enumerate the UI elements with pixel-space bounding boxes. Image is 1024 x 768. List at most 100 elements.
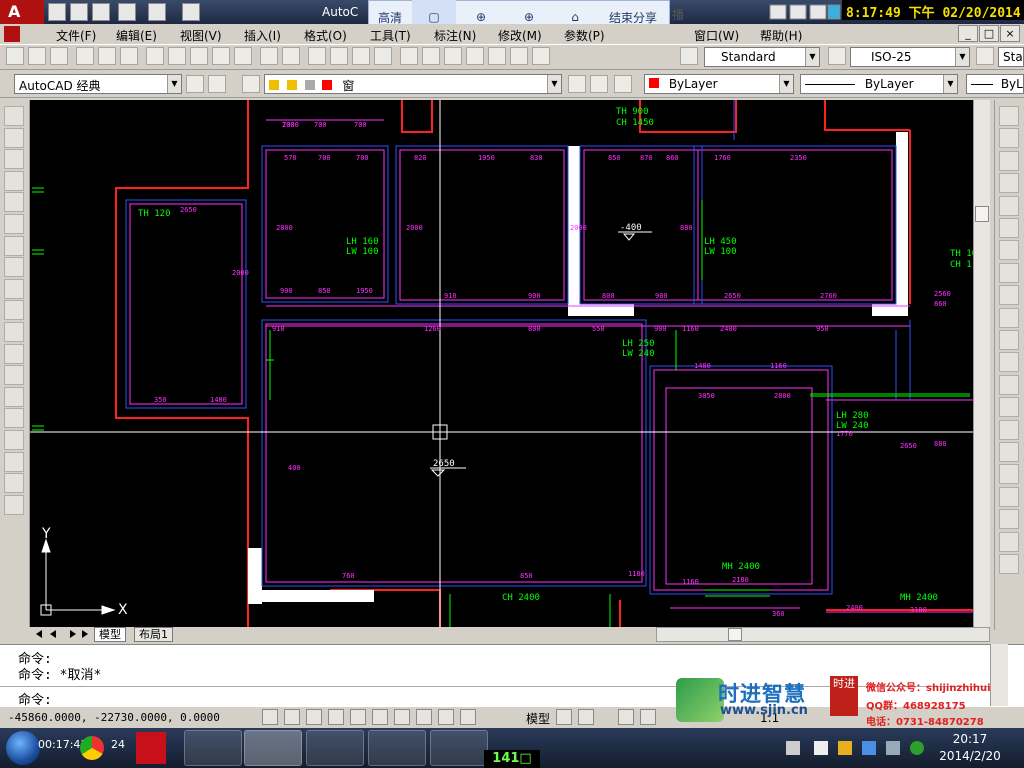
qnew-icon[interactable]: [6, 47, 24, 65]
menu-view[interactable]: 视图(V): [180, 27, 222, 44]
markup-icon[interactable]: [488, 47, 506, 65]
extend-icon[interactable]: [999, 330, 1019, 350]
text-front-icon[interactable]: [999, 554, 1019, 574]
pan-icon[interactable]: [618, 709, 634, 725]
vertical-scroll-thumb[interactable]: [975, 206, 989, 222]
open-icon[interactable]: [28, 47, 46, 65]
horizontal-scrollbar[interactable]: [656, 627, 990, 642]
table-style-combo[interactable]: Sta: [998, 47, 1024, 67]
dim-style-icon[interactable]: [828, 47, 846, 65]
taskbar-camera-app[interactable]: [368, 730, 426, 766]
hatch-icon[interactable]: [4, 408, 24, 429]
sheetset-icon[interactable]: [466, 47, 484, 65]
workspace-save-icon[interactable]: [208, 75, 226, 93]
linetype-combo[interactable]: ByLayer ▼: [800, 74, 958, 94]
insert-block-icon[interactable]: [4, 343, 24, 364]
polygon-icon[interactable]: [4, 170, 24, 191]
rectangle-icon[interactable]: [4, 192, 24, 213]
table-style-icon[interactable]: [976, 47, 994, 65]
menu-insert[interactable]: 插入(I): [244, 27, 281, 44]
chevron-down-icon[interactable]: ▼: [547, 75, 561, 93]
redo-icon[interactable]: [282, 47, 300, 65]
cut-icon[interactable]: [146, 47, 164, 65]
text-style-icon[interactable]: [680, 47, 698, 65]
menu-dimension[interactable]: 标注(N): [434, 27, 476, 44]
plot-icon[interactable]: [76, 47, 94, 65]
join-icon[interactable]: [999, 397, 1019, 418]
vertical-scrollbar[interactable]: [973, 100, 990, 627]
properties-icon[interactable]: [400, 47, 418, 65]
menu-file[interactable]: 文件(F): [56, 27, 96, 44]
save-icon[interactable]: [50, 47, 68, 65]
dynamic-ucs-icon[interactable]: [394, 709, 410, 725]
menu-window[interactable]: 窗口(W): [694, 27, 739, 44]
zoom-window-icon[interactable]: [352, 47, 370, 65]
designcenter-icon[interactable]: [422, 47, 440, 65]
drawing-canvas[interactable]: 700 700 700 2650 570 700 700 820 1950 830 850 870 86…: [30, 100, 973, 627]
open-file-icon[interactable]: [70, 3, 88, 21]
region-icon[interactable]: [4, 451, 24, 472]
point-icon[interactable]: [4, 386, 24, 407]
circle-icon[interactable]: [4, 235, 24, 256]
multiline-text-icon[interactable]: [4, 494, 24, 515]
copy-object-icon[interactable]: [999, 128, 1019, 149]
workspace-settings-icon[interactable]: [186, 75, 204, 93]
construction-line-icon[interactable]: [4, 127, 24, 148]
network-icon[interactable]: [862, 741, 876, 755]
trim-icon[interactable]: [999, 307, 1019, 328]
revision-cloud-icon[interactable]: [4, 257, 24, 278]
menu-format[interactable]: 格式(O): [304, 27, 347, 44]
polar-tracking-icon[interactable]: [328, 709, 344, 725]
calculator-icon[interactable]: [510, 47, 528, 65]
polyline-icon[interactable]: [4, 149, 24, 170]
layer-states-icon[interactable]: [614, 75, 632, 93]
quick-view-drawings-icon[interactable]: [578, 709, 594, 725]
zoom-previous-icon[interactable]: [374, 47, 392, 65]
dim-style-combo[interactable]: ISO-25 ▼: [850, 47, 970, 67]
make-current-layer-icon[interactable]: [568, 75, 586, 93]
chevron-down-icon[interactable]: ▼: [805, 48, 819, 66]
minimize-button[interactable]: _: [958, 25, 978, 42]
break-icon[interactable]: [999, 374, 1019, 395]
tab-layout1[interactable]: 布局1: [134, 627, 173, 642]
tab-model[interactable]: 模型: [94, 627, 126, 642]
fillet-icon[interactable]: [999, 442, 1019, 462]
array-icon[interactable]: [999, 195, 1019, 216]
arc-icon[interactable]: [4, 214, 24, 234]
color-combo[interactable]: ByLayer ▼: [644, 74, 794, 94]
binoculars-search-icon[interactable]: [768, 2, 842, 22]
zoom-realtime-icon[interactable]: [330, 47, 348, 65]
send-back-icon[interactable]: [999, 531, 1019, 552]
gradient-icon[interactable]: [4, 430, 24, 450]
scale-icon[interactable]: [999, 262, 1019, 283]
chevron-down-icon[interactable]: ▼: [955, 48, 969, 66]
taskbar-explorer[interactable]: [306, 730, 364, 766]
grid-display-icon[interactable]: [284, 709, 300, 725]
break-at-point-icon[interactable]: [999, 352, 1019, 373]
undo-icon[interactable]: [260, 47, 278, 65]
publish-icon[interactable]: [120, 47, 138, 65]
redo-icon[interactable]: [148, 3, 166, 21]
layer-manager-icon[interactable]: [242, 75, 260, 93]
move-icon[interactable]: [999, 218, 1019, 238]
new-file-icon[interactable]: [48, 3, 66, 21]
blockeditor-icon[interactable]: [234, 47, 252, 65]
menu-help[interactable]: 帮助(H): [760, 27, 802, 44]
quick-view-layouts-icon[interactable]: [556, 709, 572, 725]
save-icon[interactable]: [92, 3, 110, 21]
line-icon[interactable]: [4, 106, 24, 126]
start-button[interactable]: [6, 731, 40, 765]
lineweight-toggle-icon[interactable]: [438, 709, 454, 725]
chamfer-icon[interactable]: [999, 419, 1019, 440]
stretch-icon[interactable]: [999, 285, 1019, 306]
tray-add-icon[interactable]: [910, 741, 924, 755]
layer-combo[interactable]: 窗 ▼: [264, 74, 562, 94]
undo-icon[interactable]: [118, 3, 136, 21]
mirror-icon[interactable]: [999, 150, 1019, 171]
object-snap-icon[interactable]: [350, 709, 366, 725]
ellipse-arc-icon[interactable]: [4, 322, 24, 342]
workspace-combo[interactable]: AutoCAD 经典 ▼: [14, 74, 182, 94]
menu-edit[interactable]: 编辑(E): [116, 27, 157, 44]
document-icon[interactable]: [4, 26, 20, 42]
paste-icon[interactable]: [190, 47, 208, 65]
